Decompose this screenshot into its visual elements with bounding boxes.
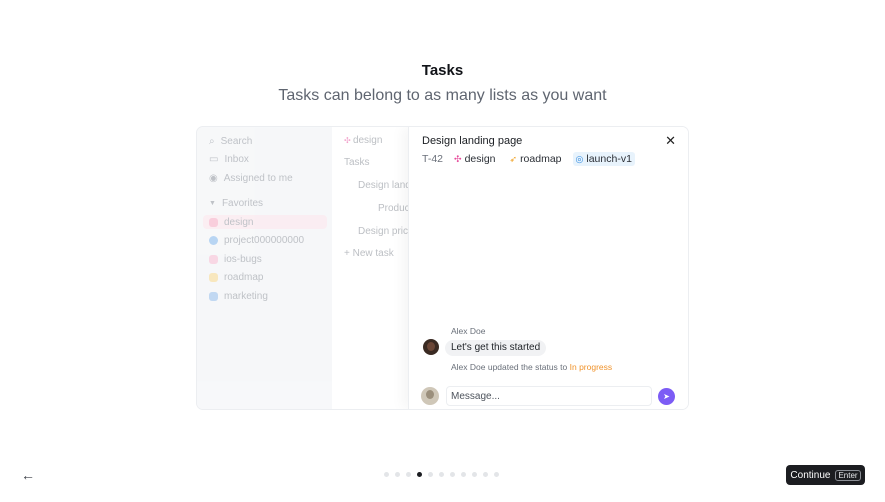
status-value: In progress [569,362,613,372]
task-detail-panel: Design landing page ✕ T-42 ✣ design ➶ road… [408,127,688,409]
page-dot-active[interactable] [417,472,422,477]
sidebar-item-design[interactable]: design [203,215,327,229]
avatar [423,339,439,355]
page-dot[interactable] [406,472,411,477]
list-section-title: Tasks [344,157,370,168]
message-input[interactable] [446,386,652,406]
keyboard-shortcut: Enter [835,469,861,481]
task-id: T-42 [422,153,444,165]
comment-author: Alex Doe [451,326,486,336]
list-item[interactable]: Design pricing page [358,226,408,237]
sidebar-item-project[interactable]: project000000000 [209,233,304,247]
send-button[interactable]: ➤ [658,388,675,405]
page-dot[interactable] [461,472,466,477]
list-header: ✣ design [344,135,383,146]
globe-icon [209,235,218,245]
page-dot[interactable] [384,472,389,477]
sidebar-item-search[interactable]: ⌕ Search [209,134,252,148]
pagination-dots [384,472,505,477]
status-update: Alex Doe updated the status to In progre… [451,362,613,372]
inbox-icon: ▭ [209,153,219,165]
tag-design[interactable]: ✣ design [451,152,499,166]
design-icon: ✣ [454,153,462,164]
search-icon: ⌕ [209,135,215,147]
plus-icon: + [344,248,353,259]
page-dot[interactable] [494,472,499,477]
continue-button[interactable]: Continue Enter [786,465,865,485]
bug-icon [209,254,218,264]
page-dot[interactable] [450,472,455,477]
chart-icon [209,291,218,301]
page-dot[interactable] [483,472,488,477]
page-dot[interactable] [472,472,477,477]
send-icon: ➤ [663,392,670,401]
comment-bubble: Let's get this started [445,340,547,356]
chevron-down-icon: ▼ [209,199,216,207]
list-item[interactable]: Product page [378,203,408,214]
rocket-icon [209,272,218,282]
sidebar-item-roadmap[interactable]: roadmap [209,270,263,284]
page-subtitle: Tasks can belong to as many lists as you… [278,87,607,104]
list-item[interactable]: Design landing page [358,180,408,191]
page-dot[interactable] [428,472,433,477]
sidebar-item-inbox[interactable]: ▭ Inbox [209,152,249,166]
tag-roadmap[interactable]: ➶ roadmap [507,152,565,166]
task-list-pane: ✣ design Tasks Design landing page Produ… [332,127,408,409]
new-task-button[interactable]: + New task [344,248,394,259]
sidebar-favorites-header[interactable]: ▼ Favorites [209,196,263,210]
sidebar-item-ios-bugs[interactable]: ios-bugs [209,252,262,266]
task-title: Design landing page [422,135,523,147]
sidebar: ⌕ Search ▭ Inbox ◉ Assigned to me ▼ Favorite… [197,127,332,409]
page-dot[interactable] [439,472,444,477]
app-preview: ⌕ Search ▭ Inbox ◉ Assigned to me ▼ Favorite… [197,127,688,409]
design-icon [209,217,218,227]
tag-launch-v1[interactable]: ◎ launch-v1 [572,152,635,166]
page-dot[interactable] [395,472,400,477]
rocket-icon: ➶ [509,153,518,164]
user-icon: ◉ [209,172,218,184]
design-icon: ✣ [344,136,353,145]
page-title: Tasks [421,62,464,79]
sidebar-item-assigned[interactable]: ◉ Assigned to me [209,171,293,185]
close-icon[interactable]: ✕ [665,134,676,148]
sidebar-item-marketing[interactable]: marketing [209,289,268,303]
globe-icon: ◎ [575,153,584,164]
avatar [421,387,439,405]
task-meta: T-42 ✣ design ➶ roadmap ◎ launch-v1 [422,152,643,166]
back-arrow-icon[interactable]: ← [21,467,35,483]
